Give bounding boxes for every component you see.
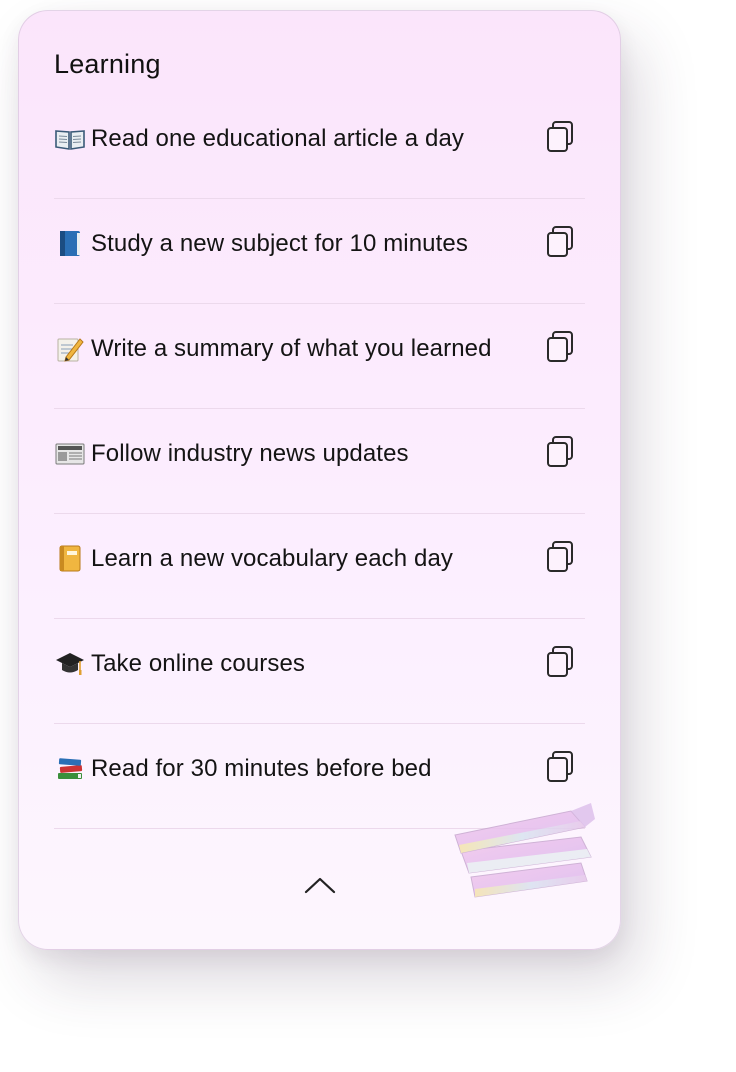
learning-card: Learning Read one educational article a … <box>18 10 621 950</box>
chevron-up-icon <box>304 877 336 894</box>
newspaper-icon <box>54 440 86 468</box>
list-item-label: Follow industry news updates <box>91 440 409 467</box>
copy-icon <box>547 436 573 467</box>
copy-button[interactable] <box>545 749 577 785</box>
list-item-content: Take online courses <box>54 650 305 678</box>
graduation-cap-icon <box>54 650 86 678</box>
copy-button[interactable] <box>545 329 577 365</box>
list-item: Read one educational article a day <box>54 94 585 199</box>
list-item: Take online courses <box>54 619 585 724</box>
copy-icon <box>547 646 573 677</box>
memo-icon <box>54 335 86 363</box>
copy-icon <box>547 331 573 362</box>
copy-button[interactable] <box>545 224 577 260</box>
open-book-icon <box>54 125 86 153</box>
copy-icon <box>547 121 573 152</box>
learning-list: Read one educational article a day Study… <box>54 94 585 829</box>
list-item-content: Read one educational article a day <box>54 125 464 153</box>
list-item-content: Read for 30 minutes before bed <box>54 755 432 783</box>
collapse-button[interactable] <box>302 873 338 897</box>
list-item-content: Follow industry news updates <box>54 440 409 468</box>
blue-book-icon <box>54 230 86 258</box>
list-item: Study a new subject for 10 minutes <box>54 199 585 304</box>
copy-icon <box>547 541 573 572</box>
list-item-label: Write a summary of what you learned <box>91 335 492 362</box>
list-item-label: Read for 30 minutes before bed <box>91 755 432 782</box>
copy-icon <box>547 751 573 782</box>
list-item-label: Read one educational article a day <box>91 125 464 152</box>
copy-button[interactable] <box>545 644 577 680</box>
copy-button[interactable] <box>545 119 577 155</box>
list-item: Write a summary of what you learned <box>54 304 585 409</box>
copy-icon <box>547 226 573 257</box>
list-item-label: Learn a new vocabulary each day <box>91 545 453 572</box>
list-item: Learn a new vocabulary each day <box>54 514 585 619</box>
list-item-label: Take online courses <box>91 650 306 677</box>
list-item-content: Write a summary of what you learned <box>54 335 492 363</box>
list-item-content: Study a new subject for 10 minutes <box>54 230 468 258</box>
list-item-content: Learn a new vocabulary each day <box>54 545 453 573</box>
list-item: Follow industry news updates <box>54 409 585 514</box>
list-item-label: Study a new subject for 10 minutes <box>91 230 468 257</box>
books-illustration <box>431 791 606 911</box>
notebook-icon <box>54 545 86 573</box>
books-stack-icon <box>54 755 86 783</box>
copy-button[interactable] <box>545 434 577 470</box>
card-title: Learning <box>54 49 161 79</box>
copy-button[interactable] <box>545 539 577 575</box>
